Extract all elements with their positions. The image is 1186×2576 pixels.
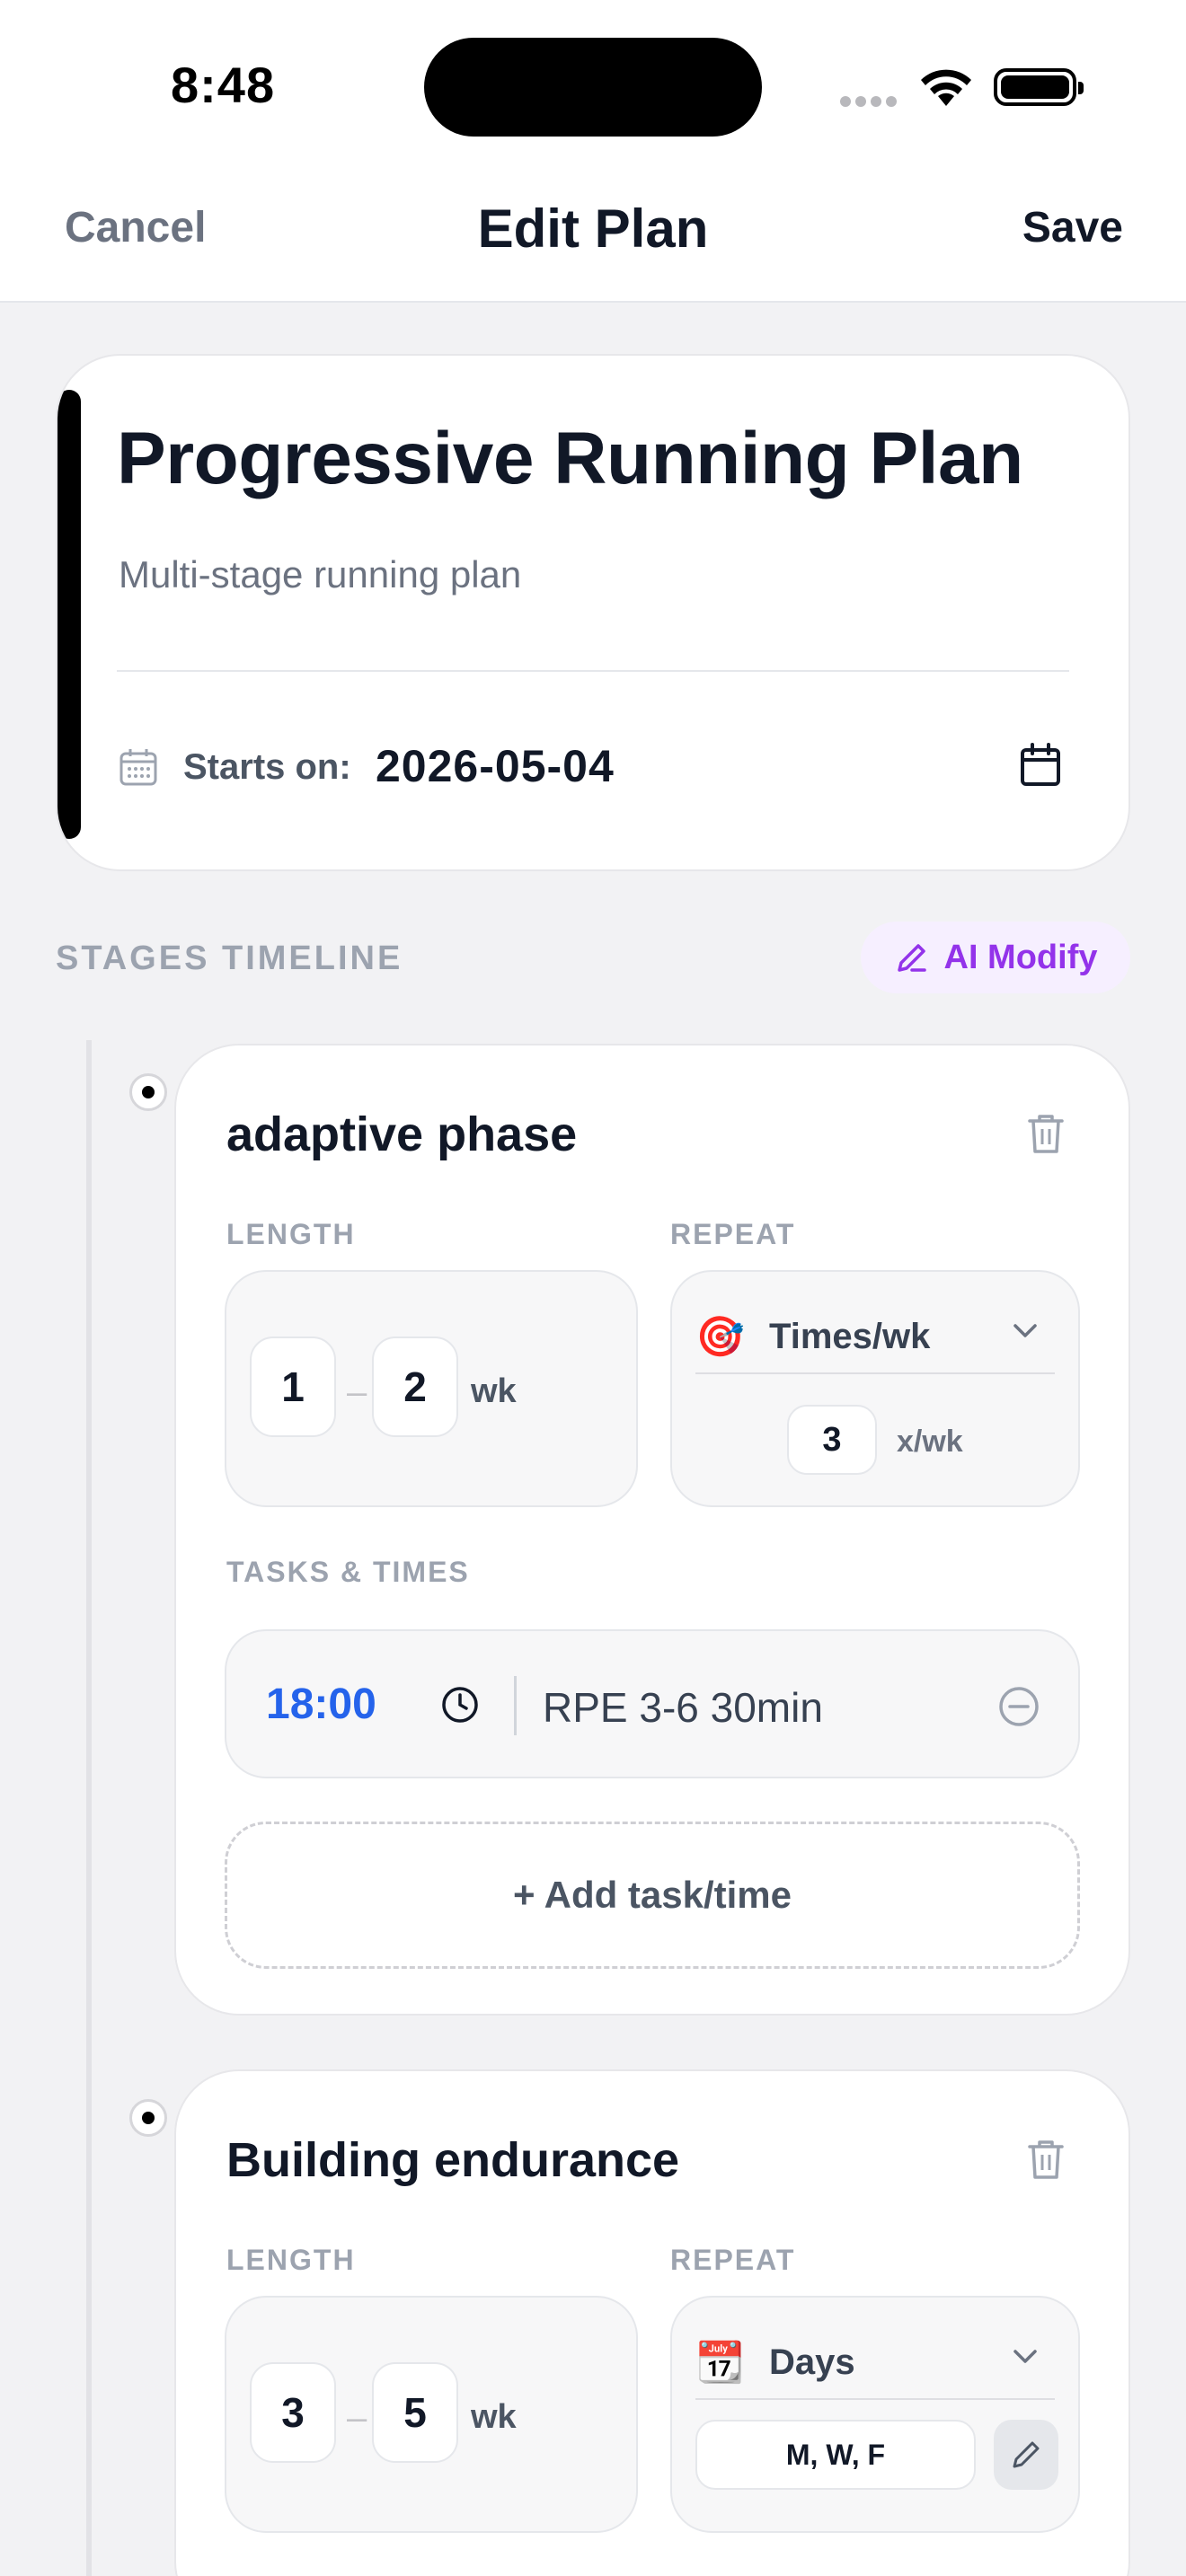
repeat-mode-value: Times/wk [769,1317,931,1356]
plan-description[interactable]: Multi-stage running plan [119,553,521,596]
divider [117,670,1069,672]
repeat-days-field[interactable]: M, W, F [695,2420,976,2490]
repeat-mode-select[interactable]: 📆 Days [695,2316,1055,2396]
stages-timeline-heading: STAGES TIMELINE [56,940,403,977]
timeline-line [86,1040,92,2576]
length-stepper: 3 – 5 wk [225,2296,638,2533]
tasks-times-label: TASKS & TIMES [226,1556,470,1588]
add-task-button[interactable]: + Add task/time [225,1822,1080,1969]
length-unit: wk [471,2398,517,2436]
task-row: 18:00 RPE 3-6 30min [225,1629,1080,1778]
cellular-signal-icon [840,95,901,111]
chevron-down-icon [1013,1324,1037,1337]
calendar-icon[interactable] [1015,740,1066,790]
divider [695,2398,1055,2400]
stage-card: adaptive phase LENGTH REPEAT 1 – 2 wk 🎯 … [174,1044,1130,2016]
ai-modify-button[interactable]: AI Modify [861,922,1130,993]
stage-name[interactable]: adaptive phase [226,1107,577,1162]
save-button[interactable]: Save [1022,203,1123,252]
calendar-grid-icon [119,749,157,786]
pencil-icon [897,944,926,972]
range-dash: – [347,2398,367,2438]
trash-icon[interactable] [1026,1112,1066,1155]
starts-on-label: Starts on: [183,747,351,787]
calendar-icon: 📆 [695,2341,745,2385]
length-min-input[interactable]: 1 [250,1337,336,1437]
task-time[interactable]: 18:00 [266,1680,376,1729]
trash-icon[interactable] [1026,2138,1066,2181]
plan-accent-bar [58,390,81,839]
clock-icon[interactable] [440,1685,480,1725]
repeat-label: REPEAT [670,1218,796,1250]
remove-circle-icon[interactable] [997,1685,1040,1728]
length-min-input[interactable]: 3 [250,2362,336,2463]
length-unit: wk [471,1372,517,1410]
length-stepper: 1 – 2 wk [225,1270,638,1507]
length-label: LENGTH [226,2244,356,2276]
chevron-down-icon [1013,2350,1037,2363]
length-max-input[interactable]: 5 [372,2362,458,2463]
length-label: LENGTH [226,1218,356,1250]
timeline-dot [129,1073,167,1111]
length-max-input[interactable]: 2 [372,1337,458,1437]
ai-modify-label: AI Modify [943,938,1098,976]
battery-icon [994,68,1084,106]
wifi-icon [921,69,971,106]
repeat-selector: 📆 Days M, W, F [670,2296,1080,2533]
dynamic-island [424,38,762,137]
repeat-selector: 🎯 Times/wk 3 x/wk [670,1270,1080,1507]
divider [695,1372,1055,1374]
repeat-mode-select[interactable]: 🎯 Times/wk [695,1290,1055,1371]
nav-bar: Cancel Edit Plan Save [0,171,1186,303]
range-dash: – [347,1372,367,1412]
task-name-input[interactable]: RPE 3-6 30min [543,1683,823,1732]
repeat-mode-value: Days [769,2342,855,2382]
times-per-week-input[interactable]: 3 [787,1405,877,1475]
timeline-dot [129,2099,167,2137]
page-title: Edit Plan [477,198,709,259]
times-per-week-unit: x/wk [897,1425,963,1459]
divider [514,1676,517,1735]
pencil-icon [1013,2441,1040,2468]
status-bar: 8:48 [0,0,1186,171]
target-icon: 🎯 [695,1315,745,1359]
stage-card: Building endurance LENGTH REPEAT 3 – 5 w… [174,2069,1130,2576]
start-date-value[interactable]: 2026-05-04 [376,740,615,792]
stage-name[interactable]: Building endurance [226,2132,679,2188]
edit-days-button[interactable] [994,2420,1058,2490]
plan-title[interactable]: Progressive Running Plan [117,417,1023,501]
plan-card: Progressive Running Plan Multi-stage run… [56,354,1130,871]
repeat-label: REPEAT [670,2244,796,2276]
status-time: 8:48 [171,57,276,113]
